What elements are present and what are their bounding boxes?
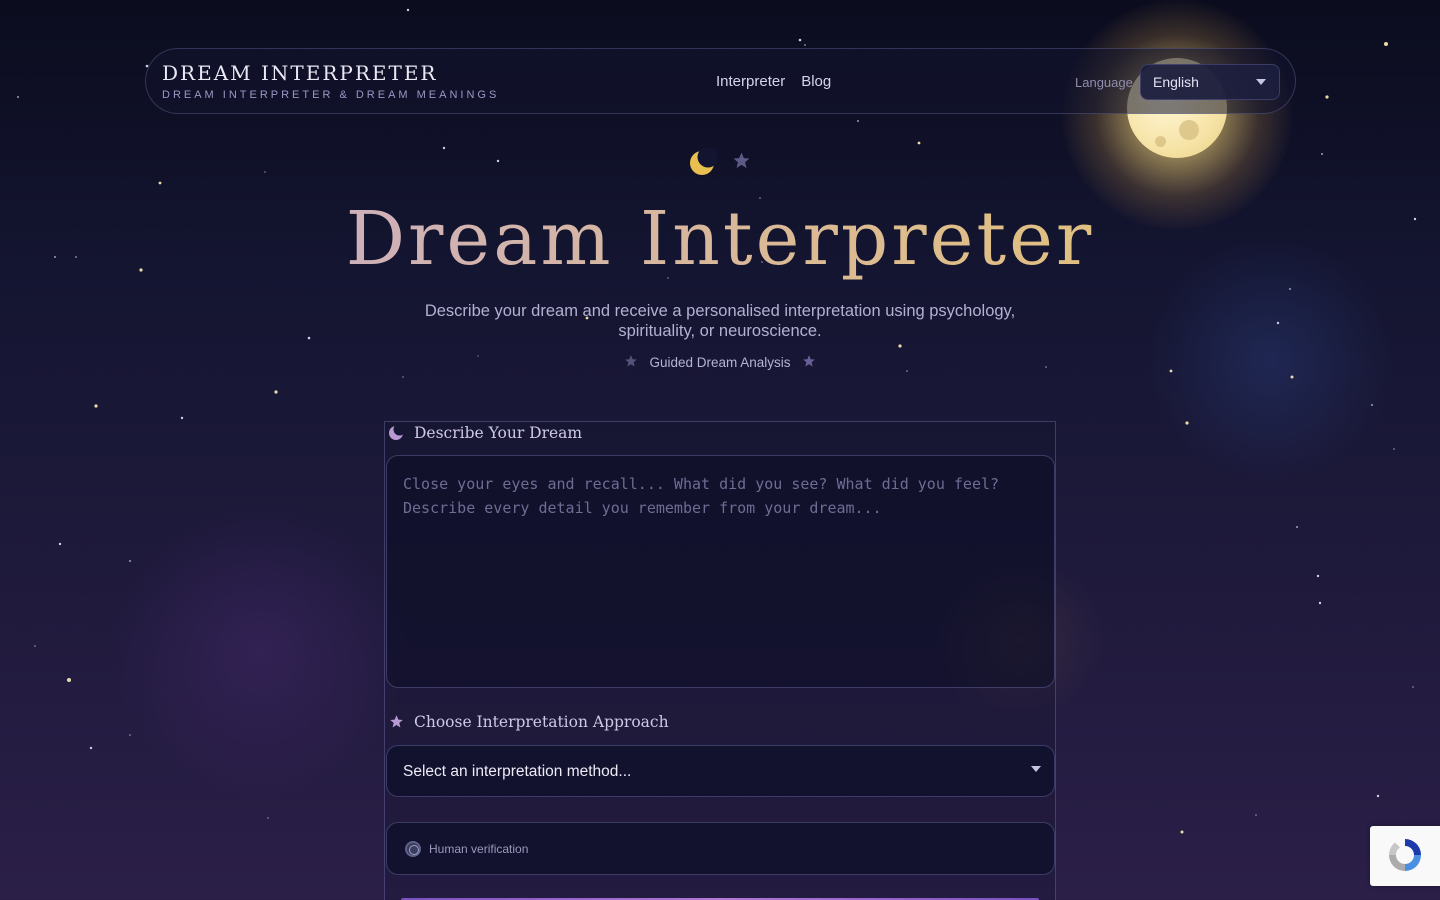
crescent-moon-icon (389, 425, 404, 440)
star-dot (1289, 288, 1291, 290)
star-dot (402, 376, 404, 378)
star-dot (857, 120, 859, 122)
star-dot (129, 734, 131, 736)
star-dot (1412, 686, 1414, 688)
star-dot (1290, 375, 1294, 379)
star-dot (1325, 95, 1329, 99)
star-dot (1318, 601, 1322, 605)
verification-label: Human verification (429, 842, 529, 856)
approach-field-label: Choose Interpretation Approach (414, 713, 669, 731)
star-dot (267, 817, 269, 819)
star-dot (898, 344, 902, 348)
dream-textarea-placeholder: Close your eyes and recall... What did y… (403, 475, 1000, 517)
nav-link-interpreter[interactable]: Interpreter (716, 73, 785, 90)
star-dot (17, 96, 19, 98)
star-dot (274, 390, 278, 394)
star-dot (1393, 448, 1395, 450)
star-dot (406, 8, 410, 12)
star-icon (625, 355, 637, 367)
crescent-moon-icon (690, 148, 717, 175)
nav-link-blog[interactable]: Blog (801, 73, 831, 90)
dream-description-textarea[interactable]: Close your eyes and recall... What did y… (386, 455, 1055, 688)
dream-field-label: Describe Your Dream (414, 424, 583, 442)
approach-select-placeholder: Select an interpretation method... (403, 763, 632, 780)
language-selected-value: English (1153, 74, 1199, 90)
star-dot (1316, 574, 1320, 578)
star-dot (264, 171, 266, 173)
recaptcha-badge[interactable] (1370, 826, 1440, 886)
brand-subtitle: DREAM INTERPRETER & DREAM MEANINGS (162, 89, 500, 101)
page-description: Describe your dream and receive a person… (424, 302, 1016, 340)
tagline-text: Guided Dream Analysis (649, 355, 791, 370)
page-title: Dream Interpreter (0, 196, 1440, 282)
chevron-down-icon (1256, 79, 1266, 85)
tagline: Guided Dream Analysis (0, 354, 1440, 372)
star-dot (1371, 404, 1373, 406)
star-dot (34, 645, 36, 647)
top-navigation-bar: DREAM INTERPRETER DREAM INTERPRETER & DR… (145, 48, 1296, 114)
star-dot (1384, 42, 1388, 46)
star-dot (1376, 794, 1380, 798)
language-label: Language (1075, 75, 1133, 90)
star-dot (496, 159, 500, 163)
human-verification-box[interactable]: Human verification (386, 822, 1055, 875)
star-icon (390, 715, 403, 728)
star-dot (94, 404, 98, 408)
star-dot (1180, 830, 1184, 834)
chevron-down-icon (1031, 766, 1041, 772)
language-select[interactable]: English (1140, 64, 1280, 100)
star-icon (803, 355, 815, 367)
star-dot (58, 542, 62, 546)
star-dot (180, 416, 184, 420)
star-dot (158, 181, 162, 185)
brand-title[interactable]: DREAM INTERPRETER (162, 61, 437, 85)
star-icon (733, 152, 750, 169)
star-dot (307, 336, 311, 340)
dream-form-card: Describe Your Dream Close your eyes and … (384, 421, 1056, 900)
star-dot (1321, 153, 1323, 155)
star-dot (89, 746, 93, 750)
star-dot (804, 44, 806, 46)
star-dot (442, 146, 446, 150)
star-dot (1276, 321, 1280, 325)
star-dot (67, 678, 71, 682)
star-dot (1296, 526, 1298, 528)
star-dot (917, 141, 921, 145)
star-dot (1185, 421, 1189, 425)
star-dot (1255, 814, 1257, 816)
nav-links: Interpreter Blog (716, 73, 831, 90)
star-dot (129, 560, 131, 562)
star-dot (798, 38, 802, 42)
recaptcha-icon (1389, 839, 1421, 871)
verification-checkbox[interactable] (405, 841, 421, 857)
interpretation-approach-select[interactable]: Select an interpretation method... (386, 745, 1055, 797)
